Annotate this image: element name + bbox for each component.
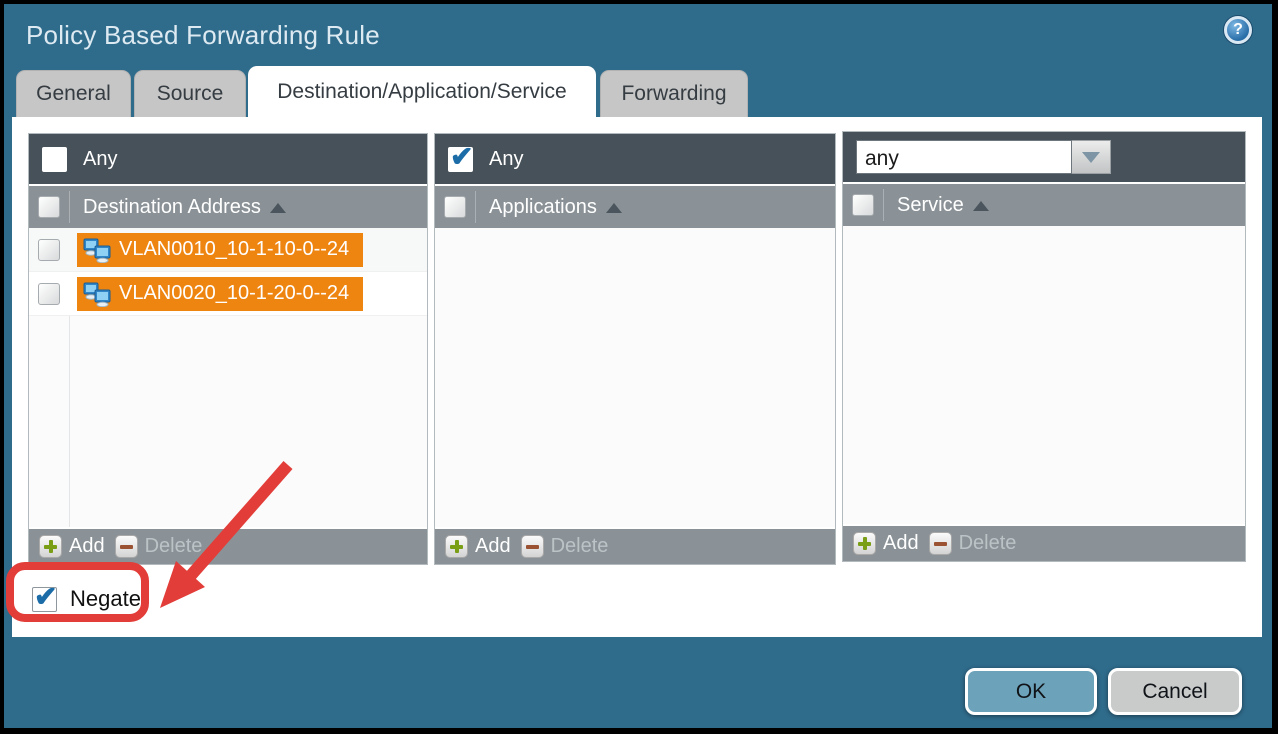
tab-general[interactable]: General [16,70,131,117]
applications-any-label: Any [489,148,523,171]
column-separator [475,191,476,223]
service-dropdown[interactable]: any [856,140,1111,174]
destination-column-header: Destination Address [29,184,427,228]
service-dropdown-value[interactable]: any [856,140,1072,174]
service-header-bar: any [843,132,1245,182]
applications-select-all-checkbox[interactable] [444,196,466,218]
minus-icon [115,535,138,558]
sort-ascending-icon[interactable] [973,201,989,211]
tab-destination-application-service[interactable]: Destination/Application/Service [248,66,596,117]
minus-icon [929,532,952,555]
applications-column-label: Applications [489,196,597,219]
negate-label: Negate [70,586,141,612]
minus-icon [521,535,544,558]
address-object-tag[interactable]: VLAN0010_10-1-10-0--24 [77,233,363,267]
applications-any-bar: Any [435,134,835,184]
add-button[interactable]: Add [445,535,511,558]
destination-address-panel: Any Destination Address [28,133,428,565]
destination-select-all-checkbox[interactable] [38,196,60,218]
table-row[interactable]: VLAN0020_10-1-20-0--24 [29,272,427,316]
cancel-button[interactable]: Cancel [1108,668,1242,715]
sort-ascending-icon[interactable] [606,203,622,213]
add-button[interactable]: Add [853,532,919,555]
destination-any-label: Any [83,148,117,171]
delete-button[interactable]: Delete [929,532,1017,555]
plus-icon [39,535,62,558]
address-object-name: VLAN0020_10-1-20-0--24 [119,282,349,305]
help-icon[interactable]: ? [1224,16,1252,44]
service-list [843,226,1245,524]
service-column-label: Service [897,194,964,217]
chevron-down-icon [1082,152,1100,163]
sort-ascending-icon[interactable] [270,203,286,213]
dropdown-button[interactable] [1072,140,1111,174]
ok-button[interactable]: OK [965,668,1097,715]
applications-any-checkbox[interactable] [448,147,473,172]
address-object-name: VLAN0010_10-1-10-0--24 [119,238,349,261]
service-select-all-checkbox[interactable] [852,194,874,216]
applications-toolbar: Add Delete [435,527,835,564]
applications-panel: Any Applications Add Delete [434,133,836,565]
policy-based-forwarding-dialog: Policy Based Forwarding Rule ? General S… [4,4,1272,728]
destination-toolbar: Add Delete [29,527,427,564]
table-row[interactable]: VLAN0010_10-1-10-0--24 [29,228,427,272]
add-button[interactable]: Add [39,535,105,558]
destination-column-label: Destination Address [83,196,261,219]
row-checkbox[interactable] [38,239,60,261]
network-address-icon [83,237,111,263]
plus-icon [853,532,876,555]
dialog-title: Policy Based Forwarding Rule [26,20,380,51]
column-separator [883,189,884,221]
delete-button[interactable]: Delete [115,535,203,558]
applications-list [435,228,835,527]
service-column-header: Service [843,182,1245,226]
delete-button[interactable]: Delete [521,535,609,558]
tab-source[interactable]: Source [134,70,246,117]
tab-forwarding[interactable]: Forwarding [600,70,748,117]
negate-checkbox[interactable] [32,587,57,612]
service-toolbar: Add Delete [843,524,1245,561]
service-panel: any Service Add [842,131,1246,562]
negate-row: Negate [32,586,141,612]
address-object-tag[interactable]: VLAN0020_10-1-20-0--24 [77,277,363,311]
destination-any-checkbox[interactable] [42,147,67,172]
column-separator [69,191,70,223]
row-checkbox[interactable] [38,283,60,305]
plus-icon [445,535,468,558]
applications-column-header: Applications [435,184,835,228]
tab-content: Any Destination Address [12,117,1262,637]
destination-address-list: VLAN0010_10-1-10-0--24 [29,228,427,527]
destination-any-bar: Any [29,134,427,184]
network-address-icon [83,281,111,307]
